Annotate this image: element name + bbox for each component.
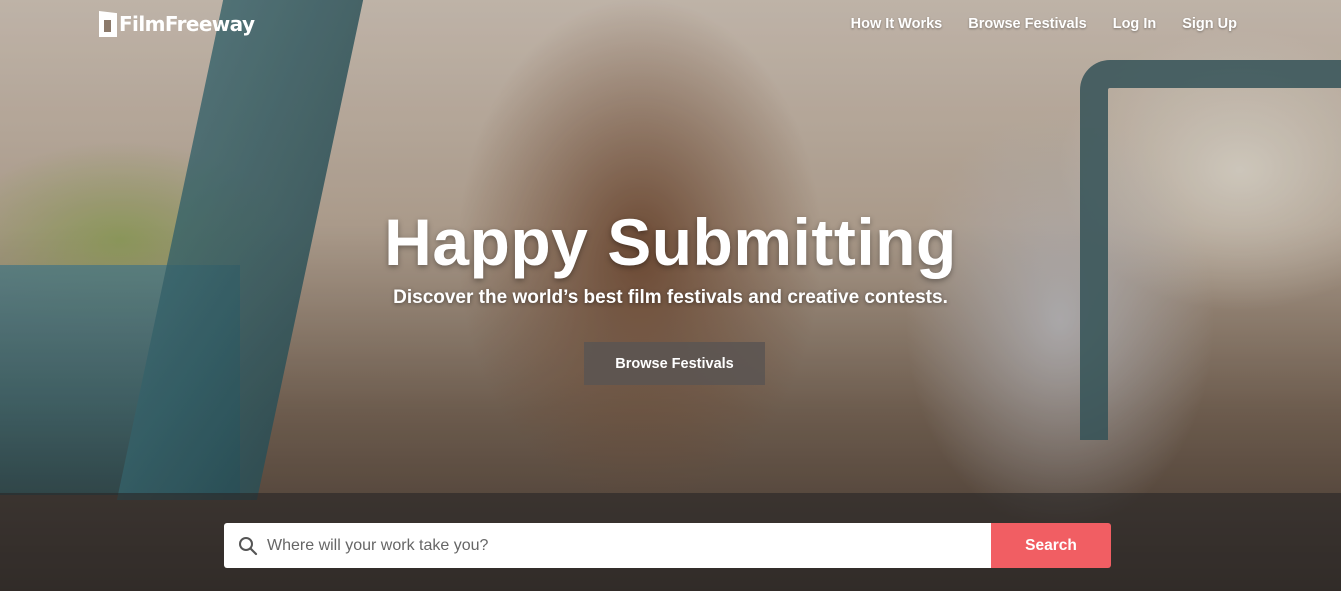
search-box xyxy=(224,522,991,569)
search-input[interactable] xyxy=(265,522,991,569)
brand-logo[interactable]: FilmFreeway xyxy=(99,8,255,40)
filmfreeway-logo-icon xyxy=(99,11,117,37)
nav-sign-up[interactable]: Sign Up xyxy=(1182,16,1237,32)
nav-log-in[interactable]: Log In xyxy=(1113,16,1157,32)
nav-how-it-works[interactable]: How It Works xyxy=(851,16,943,32)
hero-title: Happy Submitting xyxy=(384,205,957,279)
search-button[interactable]: Search xyxy=(991,523,1111,568)
browse-festivals-button[interactable]: Browse Festivals xyxy=(584,342,765,385)
search-icon xyxy=(239,536,258,555)
brand-name: FilmFreeway xyxy=(119,12,255,36)
top-nav: How It Works Browse Festivals Log In Sig… xyxy=(851,16,1237,32)
nav-browse-festivals[interactable]: Browse Festivals xyxy=(968,16,1086,32)
hero-subtitle: Discover the world’s best film festivals… xyxy=(393,287,948,308)
